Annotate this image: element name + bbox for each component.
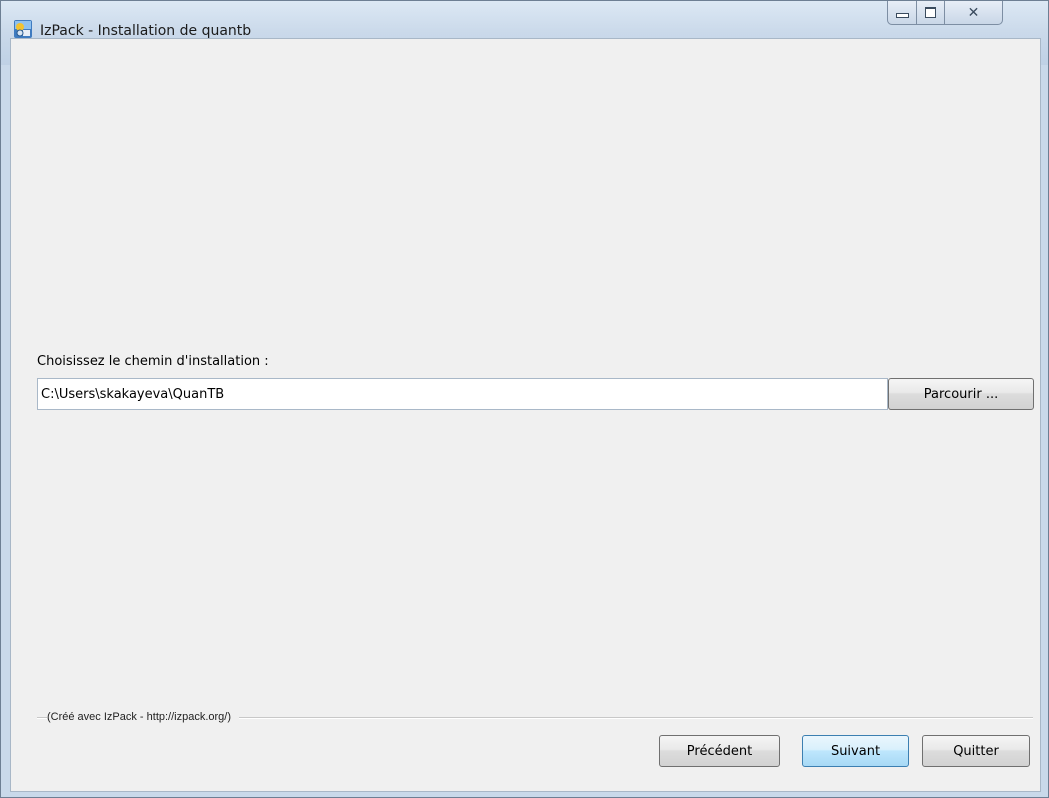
maximize-icon (925, 7, 936, 18)
install-path-input[interactable] (37, 378, 888, 410)
izpack-credit: (Créé avec IzPack - http://izpack.org/) (47, 711, 240, 723)
previous-button[interactable]: Précédent (659, 735, 780, 767)
minimize-icon (895, 12, 909, 18)
maximize-button[interactable] (917, 1, 945, 25)
installer-window: IzPack - Installation de quantb ✕ Choisi… (0, 0, 1049, 798)
close-button[interactable]: ✕ (945, 1, 1003, 25)
minimize-button[interactable] (887, 1, 917, 25)
installer-panel: Choisissez le chemin d'installation : Pa… (10, 38, 1041, 792)
browse-button[interactable]: Parcourir ... (888, 378, 1034, 410)
install-path-label: Choisissez le chemin d'installation : (37, 354, 269, 369)
next-button[interactable]: Suivant (802, 735, 909, 767)
window-title: IzPack - Installation de quantb (40, 23, 252, 39)
close-icon: ✕ (967, 4, 980, 21)
izpack-installer-icon (14, 20, 32, 38)
quit-button[interactable]: Quitter (922, 735, 1030, 767)
window-controls: ✕ (887, 1, 1045, 27)
